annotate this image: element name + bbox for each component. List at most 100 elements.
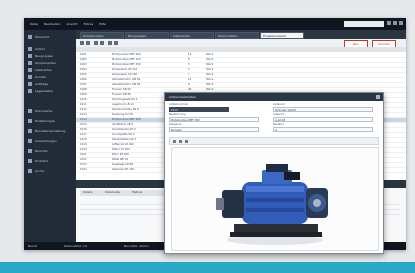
cell-name: Flansch DN 50: [112, 88, 131, 91]
tab-details[interactable]: Details: [83, 191, 92, 194]
cell-id: 1017: [80, 133, 87, 136]
truck-icon: [28, 68, 32, 72]
status-user: Benutzer: admin: [124, 244, 149, 248]
field-label: Bestand: [273, 123, 284, 126]
cell-unit: Stück: [206, 63, 214, 66]
image-toolbar: [169, 137, 379, 145]
supplier-field[interactable]: Hydrotec GmbH: [273, 107, 373, 112]
menu-view[interactable]: Ansicht: [67, 22, 78, 26]
sidebar-item-documents[interactable]: Dokumente: [28, 108, 52, 114]
cell-id: 1023: [80, 163, 87, 166]
cell-name: Kompressor KP 110: [112, 68, 138, 71]
sidebar-item-settings[interactable]: Einstellungen: [28, 118, 55, 124]
search-input[interactable]: [344, 21, 384, 27]
menu-help[interactable]: Hilfe: [99, 22, 106, 26]
sidebar-item-orders[interactable]: Aufträge: [28, 81, 48, 87]
refresh-icon[interactable]: [94, 41, 98, 45]
cell-name: Lüfterrad LR 160: [112, 143, 134, 146]
maximize-icon[interactable]: [393, 21, 397, 25]
zoom-in-icon[interactable]: [173, 140, 176, 143]
print-icon[interactable]: [114, 41, 118, 45]
cell-name: Welle WE 25: [112, 158, 129, 161]
sidebar-item-log[interactable]: Protokoll: [28, 158, 48, 164]
tab-history[interactable]: Historie: [132, 191, 142, 194]
cell-name: Kupplung KU 30: [112, 113, 133, 116]
export-icon[interactable]: [108, 41, 112, 45]
motor-pump-illustration: [216, 164, 328, 245]
cell-name: Grundplatte GP 4: [112, 133, 135, 136]
cell-id: 1021: [80, 153, 87, 156]
cell-unit: Stück: [206, 83, 214, 86]
box-icon: [28, 47, 32, 51]
cell-id: 1001: [80, 53, 87, 56]
layers-icon: [28, 54, 32, 58]
sidebar-item-reports[interactable]: Berichte: [28, 148, 48, 154]
back-icon[interactable]: [80, 41, 84, 45]
cell-name: Dichtungssatz DS 2: [112, 98, 138, 101]
sidebar-item-assemblies[interactable]: Baugruppen: [28, 53, 53, 59]
cell-id: 1016: [80, 128, 87, 131]
category-field[interactable]: Pumpen: [169, 127, 259, 132]
cell-id: 1013: [80, 113, 87, 116]
menu-file[interactable]: Datei: [30, 22, 38, 26]
description-field[interactable]: Motorpumpe MPT 300: [169, 117, 259, 122]
settings-icon: [28, 119, 32, 123]
cell-id: 1024: [80, 168, 87, 171]
menu-edit[interactable]: Bearbeiten: [44, 22, 60, 26]
menu-tools[interactable]: Extras: [84, 22, 93, 26]
cell-name: Riemenscheibe RS 8: [112, 108, 139, 111]
tab-suppliers[interactable]: Lieferanten: [170, 32, 214, 39]
cell-id: 1008: [80, 88, 87, 91]
stock-field[interactable]: 4: [273, 127, 373, 132]
status-record-count: Datensätze: 24: [64, 244, 87, 248]
cell-id: 1012: [80, 108, 87, 111]
sidebar-item-suppliers[interactable]: Lieferanten: [28, 67, 52, 73]
storage-field[interactable]: A-12-03: [273, 117, 373, 122]
cell-id: 1019: [80, 143, 87, 146]
cell-name: Getriebemotor GM 60: [112, 83, 141, 86]
zoom-out-icon[interactable]: [179, 140, 182, 143]
minimize-icon[interactable]: [387, 21, 391, 25]
cell-id: 1018: [80, 138, 87, 141]
tab-master-data[interactable]: Stammdaten: [215, 32, 259, 39]
close-icon[interactable]: [376, 95, 380, 99]
user-icon: [28, 75, 32, 79]
cell-qty: 14: [188, 78, 192, 81]
sidebar-item-analytics[interactable]: Auswertungen: [28, 138, 57, 144]
rotate-icon[interactable]: [185, 140, 188, 143]
home-icon: [28, 35, 32, 39]
sidebar-item-archive[interactable]: Archiv: [28, 168, 44, 174]
tab-components[interactable]: Komponenten: [80, 32, 124, 39]
forward-icon[interactable]: [86, 41, 90, 45]
close-icon[interactable]: [399, 21, 403, 25]
cell-qty: 5: [188, 63, 190, 66]
sidebar-item-components[interactable]: Komponenten: [28, 60, 56, 66]
dialog-title: Artikel bearbeiten: [169, 95, 196, 99]
cell-id: 1002: [80, 58, 87, 61]
cell-id: 1014: [80, 118, 87, 121]
cell-name: Kugellager 6205: [112, 163, 134, 166]
cell-name: Getriebemotor GM 40: [112, 78, 141, 81]
sidebar-item-articles[interactable]: Artikel: [28, 46, 45, 52]
cell-name: Lagerbock LB 12: [112, 103, 134, 106]
field-label: Lagerort: [273, 113, 284, 116]
dialog-fields: Artikelnummer 1014 Bezeichnung Motorpump…: [169, 103, 379, 133]
cell-name: Kompressor KP 150: [112, 73, 138, 76]
sidebar-item-users[interactable]: Benutzerverwaltung: [28, 128, 65, 134]
tab-assemblies[interactable]: Baugruppen: [125, 32, 169, 39]
cell-id: 1022: [80, 158, 87, 161]
cart-icon: [28, 82, 32, 86]
sidebar-item-storage[interactable]: Lagerplätze: [28, 88, 53, 94]
tab-documents[interactable]: Dokumente: [105, 191, 120, 194]
cell-id: 1006: [80, 78, 87, 81]
filter-icon[interactable]: [100, 41, 104, 45]
cell-id: 1011: [80, 103, 87, 106]
tab-project[interactable]: Projektauswahl: [260, 32, 304, 39]
article-number-field[interactable]: 1014: [169, 107, 229, 112]
sidebar-item-overview[interactable]: Übersicht: [28, 34, 49, 40]
accent-strip: [0, 262, 415, 273]
gear-icon: [28, 61, 32, 65]
cell-id: 1015: [80, 123, 87, 126]
cell-unit: Stück: [206, 53, 214, 56]
sidebar-item-customers[interactable]: Kunden: [28, 74, 46, 80]
